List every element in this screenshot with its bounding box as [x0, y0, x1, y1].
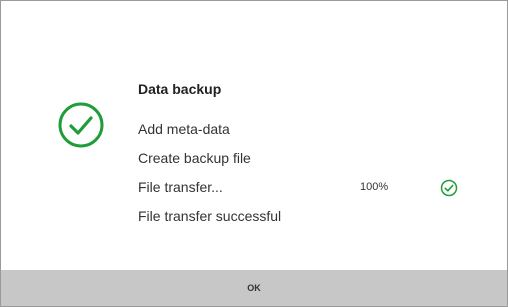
step-create-backup-file: Create backup file — [138, 150, 251, 166]
step-file-transfer: File transfer... — [138, 179, 223, 195]
dialog-title: Data backup — [138, 81, 222, 97]
file-transfer-progress: 100% — [360, 181, 389, 193]
dialog-footer: OK — [1, 270, 507, 306]
step-file-transfer-successful: File transfer successful — [138, 208, 282, 224]
ok-button[interactable]: OK — [227, 277, 281, 299]
backup-dialog: Data backup Add meta-data Create backup … — [0, 0, 508, 307]
step-add-meta-data: Add meta-data — [138, 121, 230, 137]
check-circle-icon — [58, 102, 104, 148]
check-circle-icon — [440, 179, 458, 197]
